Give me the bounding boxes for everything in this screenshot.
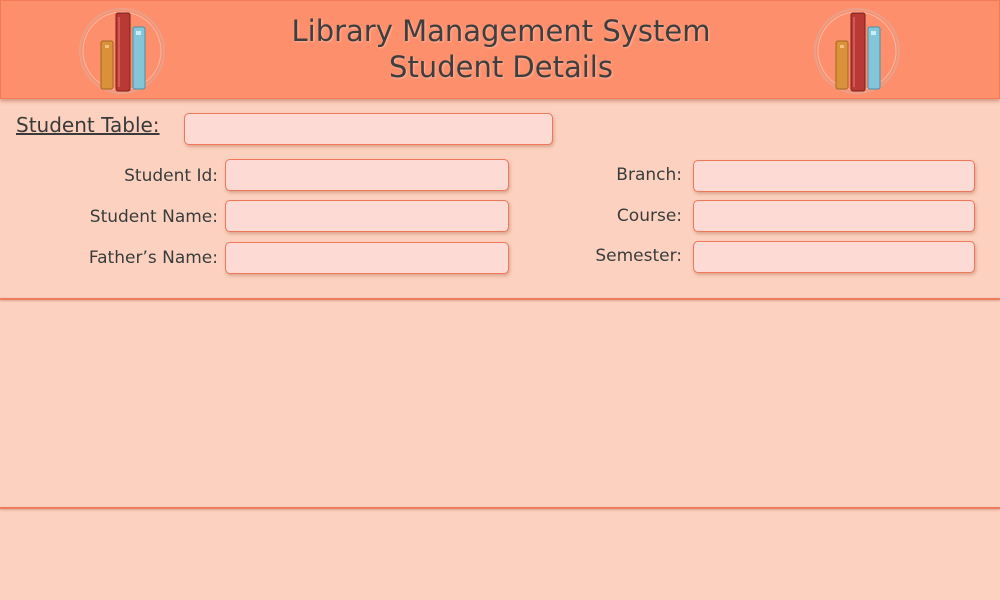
student-details-window: Library Management System Student Detail… — [0, 0, 1000, 600]
branch-label: Branch: — [616, 165, 682, 185]
header-banner: Library Management System Student Detail… — [0, 0, 1000, 99]
course-field[interactable] — [693, 200, 975, 232]
app-title: Library Management System — [291, 14, 711, 48]
student-name-field[interactable] — [225, 200, 509, 232]
student-table-input[interactable] — [184, 113, 553, 145]
fathers-name-label: Father’s Name: — [88, 248, 218, 268]
books-icon — [814, 8, 900, 94]
page-title: Student Details — [389, 50, 613, 84]
student-id-field[interactable] — [225, 159, 509, 191]
student-name-label: Student Name: — [89, 207, 218, 227]
student-table-area[interactable] — [0, 302, 1000, 506]
course-label: Course: — [616, 206, 682, 226]
student-table-label: Student Table: — [16, 113, 160, 137]
books-icon — [79, 8, 165, 94]
student-id-label: Student Id: — [124, 166, 218, 186]
semester-field[interactable] — [693, 241, 975, 273]
form-divider — [0, 298, 1000, 300]
branch-field[interactable] — [693, 160, 975, 192]
semester-label: Semester: — [595, 246, 682, 266]
table-divider — [0, 507, 1000, 509]
fathers-name-field[interactable] — [225, 242, 509, 274]
